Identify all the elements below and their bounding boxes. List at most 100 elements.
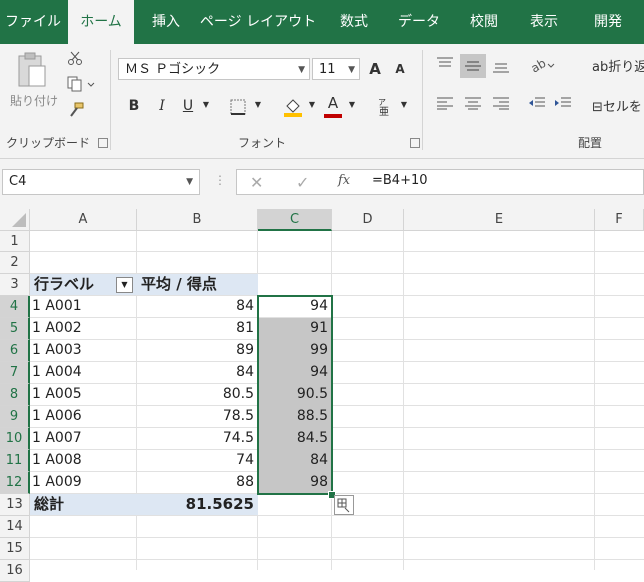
merge-center-button[interactable]: ⊟セルを: [592, 96, 644, 115]
bold-button[interactable]: B: [126, 98, 142, 114]
pivot-total-value[interactable]: 81.5625: [137, 494, 258, 515]
font-color-icon[interactable]: A: [322, 94, 344, 118]
formula-bar: C4 ▼ ⋮ ✕ ✓ fx =B4+10: [0, 159, 644, 209]
clipboard-launcher-icon[interactable]: [98, 138, 108, 148]
row-header[interactable]: 6: [0, 340, 30, 362]
column-header-d[interactable]: D: [332, 209, 404, 231]
tab-home[interactable]: ホーム: [68, 0, 134, 44]
copy-icon[interactable]: [64, 76, 98, 94]
pivot-value-cell[interactable]: 78.5: [137, 406, 258, 427]
enter-icon[interactable]: ✓: [296, 173, 309, 192]
chevron-down-icon[interactable]: ▼: [200, 100, 212, 109]
row-header[interactable]: 12: [0, 472, 30, 494]
row-header[interactable]: 1: [0, 231, 30, 252]
pivot-row-label[interactable]: 1 A008: [30, 450, 137, 471]
pivot-row-label[interactable]: 1 A003: [30, 340, 137, 361]
format-painter-icon[interactable]: [66, 102, 86, 120]
alignment-group-label: 配置: [578, 136, 603, 150]
pivot-value-cell[interactable]: 84: [137, 296, 258, 317]
chevron-down-icon[interactable]: ▼: [306, 100, 318, 109]
cut-icon[interactable]: [66, 50, 84, 68]
filter-dropdown-icon[interactable]: ▼: [116, 277, 133, 293]
align-middle-icon[interactable]: [460, 54, 486, 78]
tab-insert[interactable]: 挿入: [138, 0, 194, 44]
tab-developer[interactable]: 開発: [580, 0, 636, 44]
worksheet-grid[interactable]: A B C D E F 1 2 3 4 5 6 7 8 9 10 11 12 1…: [0, 209, 644, 582]
row-header[interactable]: 11: [0, 450, 30, 472]
pivot-row-label-header[interactable]: 行ラベル ▼: [30, 274, 137, 295]
paste-icon[interactable]: [10, 52, 54, 88]
row-header[interactable]: 14: [0, 516, 30, 538]
wrap-text-icon: ab: [592, 60, 609, 75]
pivot-total-label[interactable]: 総計: [30, 494, 137, 515]
quick-analysis-button[interactable]: [334, 495, 354, 515]
row-header[interactable]: 8: [0, 384, 30, 406]
row-header[interactable]: 13: [0, 494, 30, 516]
pivot-value-cell[interactable]: 84: [137, 362, 258, 383]
phonetic-icon[interactable]: ア亜: [376, 96, 392, 118]
pivot-row-label[interactable]: 1 A009: [30, 472, 137, 493]
font-name-select[interactable]: ＭＳ Ｐゴシック ▼: [118, 58, 310, 80]
pivot-row-label[interactable]: 1 A001: [30, 296, 137, 317]
font-launcher-icon[interactable]: [410, 138, 420, 148]
row-header[interactable]: 7: [0, 362, 30, 384]
row-header[interactable]: 9: [0, 406, 30, 428]
pivot-row-label[interactable]: 1 A002: [30, 318, 137, 339]
tab-page-layout[interactable]: ページ レイアウト: [198, 0, 318, 44]
column-header-a[interactable]: A: [30, 209, 137, 231]
pivot-value-cell[interactable]: 81: [137, 318, 258, 339]
pivot-row-label[interactable]: 1 A005: [30, 384, 137, 405]
pivot-value-cell[interactable]: 80.5: [137, 384, 258, 405]
paste-button[interactable]: 貼り付け: [6, 92, 62, 109]
tab-file[interactable]: ファイル: [0, 0, 66, 44]
chevron-down-icon[interactable]: ▼: [252, 100, 264, 109]
name-box[interactable]: C4 ▼: [2, 169, 200, 195]
pivot-row-label[interactable]: 1 A007: [30, 428, 137, 449]
insert-function-button[interactable]: fx: [338, 173, 350, 188]
row-header[interactable]: 10: [0, 428, 30, 450]
decrease-font-button[interactable]: A: [392, 62, 408, 76]
pivot-value-header[interactable]: 平均 / 得点: [137, 274, 258, 295]
column-header-b[interactable]: B: [137, 209, 258, 231]
italic-button[interactable]: I: [154, 98, 170, 114]
align-center-icon[interactable]: [462, 96, 484, 114]
tab-view[interactable]: 表示: [516, 0, 572, 44]
wrap-text-button[interactable]: ab折り返: [592, 56, 644, 75]
pivot-value-cell[interactable]: 74: [137, 450, 258, 471]
tab-formulas[interactable]: 数式: [326, 0, 382, 44]
column-header-e[interactable]: E: [404, 209, 595, 231]
chevron-down-icon[interactable]: ▼: [346, 100, 358, 109]
row-header[interactable]: 4: [0, 296, 30, 318]
pivot-value-cell[interactable]: 74.5: [137, 428, 258, 449]
row-header[interactable]: 5: [0, 318, 30, 340]
column-header-f[interactable]: F: [595, 209, 644, 231]
orientation-icon[interactable]: ab: [528, 56, 556, 76]
formula-bar-drag-handle[interactable]: ⋮: [214, 173, 226, 187]
tab-data[interactable]: データ: [388, 0, 450, 44]
pivot-row-label[interactable]: 1 A004: [30, 362, 137, 383]
row-header[interactable]: 3: [0, 274, 30, 296]
chevron-down-icon[interactable]: ▼: [398, 100, 410, 109]
align-left-icon[interactable]: [434, 96, 456, 114]
increase-font-button[interactable]: A: [366, 60, 384, 78]
align-bottom-icon[interactable]: [490, 58, 512, 76]
cancel-icon[interactable]: ✕: [250, 173, 263, 192]
tab-review[interactable]: 校閲: [456, 0, 512, 44]
pivot-value-cell[interactable]: 88: [137, 472, 258, 493]
fill-color-icon[interactable]: [282, 96, 304, 118]
row-header[interactable]: 15: [0, 538, 30, 560]
select-all-corner[interactable]: [0, 209, 30, 231]
borders-icon[interactable]: [228, 98, 248, 116]
align-right-icon[interactable]: [490, 96, 512, 114]
align-top-icon[interactable]: [434, 56, 456, 74]
column-header-c[interactable]: C: [258, 209, 332, 231]
pivot-row-label[interactable]: 1 A006: [30, 406, 137, 427]
row-header[interactable]: 16: [0, 560, 30, 582]
underline-button[interactable]: U: [180, 98, 196, 114]
pivot-value-cell[interactable]: 89: [137, 340, 258, 361]
row-header[interactable]: 2: [0, 252, 30, 274]
font-size-select[interactable]: 11 ▼: [312, 58, 360, 80]
increase-indent-icon[interactable]: [552, 96, 574, 114]
gridline: [30, 251, 644, 252]
decrease-indent-icon[interactable]: [526, 96, 548, 114]
